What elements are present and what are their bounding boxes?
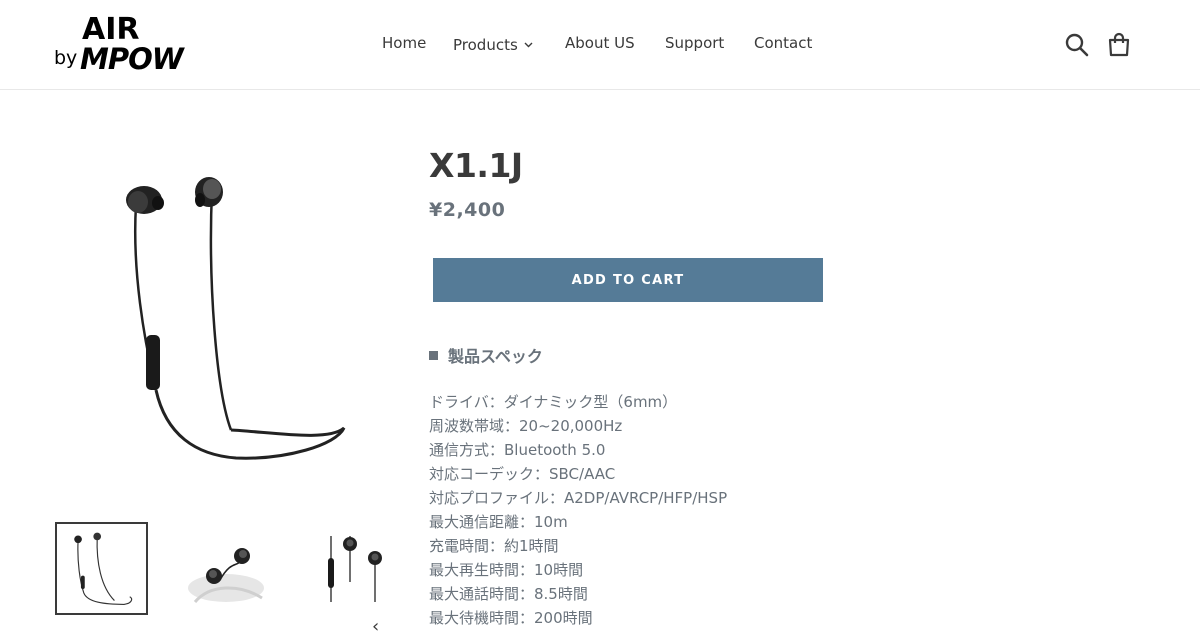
add-to-cart-button[interactable]: ADD TO CART <box>433 258 823 302</box>
nav-contact[interactable]: Contact <box>754 34 812 52</box>
spec-item: 最大通話時間：8.5時間 <box>429 585 588 603</box>
remote-shape <box>146 335 160 390</box>
spec-item: 最大通信距離：10m <box>429 513 568 531</box>
spec-item: 周波数帯域：20~20,000Hz <box>429 417 623 435</box>
brand-logo[interactable]: AIR by MPOW <box>54 12 220 76</box>
spec-item: 最大待機時間：200時間 <box>429 609 593 627</box>
search-icon[interactable] <box>1064 32 1090 58</box>
thumbnail-2[interactable] <box>180 522 273 615</box>
nav-products-label: Products <box>453 36 518 54</box>
cart-icon[interactable] <box>1106 32 1132 58</box>
spec-item: ドライバ：ダイナミック型（6mm） <box>429 393 678 411</box>
product-main-image[interactable] <box>96 160 360 470</box>
nav-home[interactable]: Home <box>382 34 426 52</box>
spec-heading-text: 製品スペック <box>448 347 543 366</box>
chevron-down-icon <box>524 34 533 52</box>
spec-item: 充電時間：約1時間 <box>429 537 559 555</box>
site-header: AIR by MPOW Home Products About US Suppo… <box>0 0 1200 90</box>
logo-brand-text: MPOW <box>80 42 184 76</box>
nav-support[interactable]: Support <box>665 34 724 52</box>
nav-products[interactable]: Products <box>453 34 533 54</box>
spec-item: 対応プロファイル：A2DP/AVRCP/HFP/HSP <box>429 489 728 507</box>
nav-about[interactable]: About US <box>565 34 635 52</box>
spec-heading: 製品スペック <box>429 343 543 367</box>
product-title: X1.1J <box>429 146 523 185</box>
thumbnail-1[interactable] <box>55 522 148 615</box>
thumbnail-prev-icon[interactable]: ‹ <box>372 616 379 637</box>
spec-list: ドライバ：ダイナミック型（6mm） 周波数帯域：20~20,000Hz 通信方式… <box>429 390 727 630</box>
logo-by-text: by <box>54 47 78 69</box>
spec-item: 対応コーデック：SBC/AAC <box>429 465 616 483</box>
spec-item: 通信方式：Bluetooth 5.0 <box>429 441 606 459</box>
thumbnail-3[interactable] <box>305 522 398 615</box>
square-bullet-icon <box>429 351 438 360</box>
product-price: ¥2,400 <box>429 199 506 221</box>
spec-item: 最大再生時間：10時間 <box>429 561 584 579</box>
